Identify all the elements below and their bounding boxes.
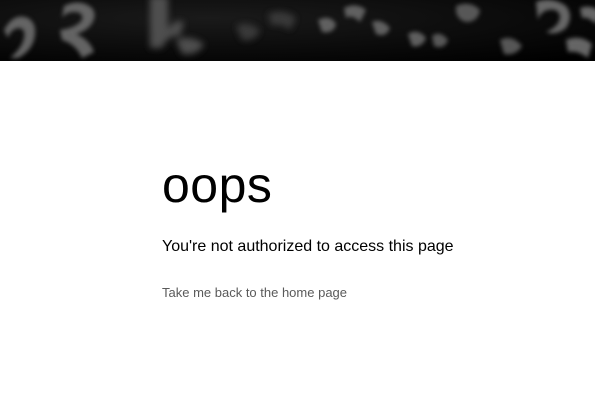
error-message: You're not authorized to access this pag… [162,238,454,255]
error-content: oops You're not authorized to access thi… [162,155,562,302]
home-page-link[interactable]: Take me back to the home page [162,285,347,301]
error-page: oops You're not authorized to access thi… [0,0,595,413]
hero-banner [0,0,595,61]
blurred-letters-graphic [0,0,595,61]
error-title: oops [162,157,273,213]
